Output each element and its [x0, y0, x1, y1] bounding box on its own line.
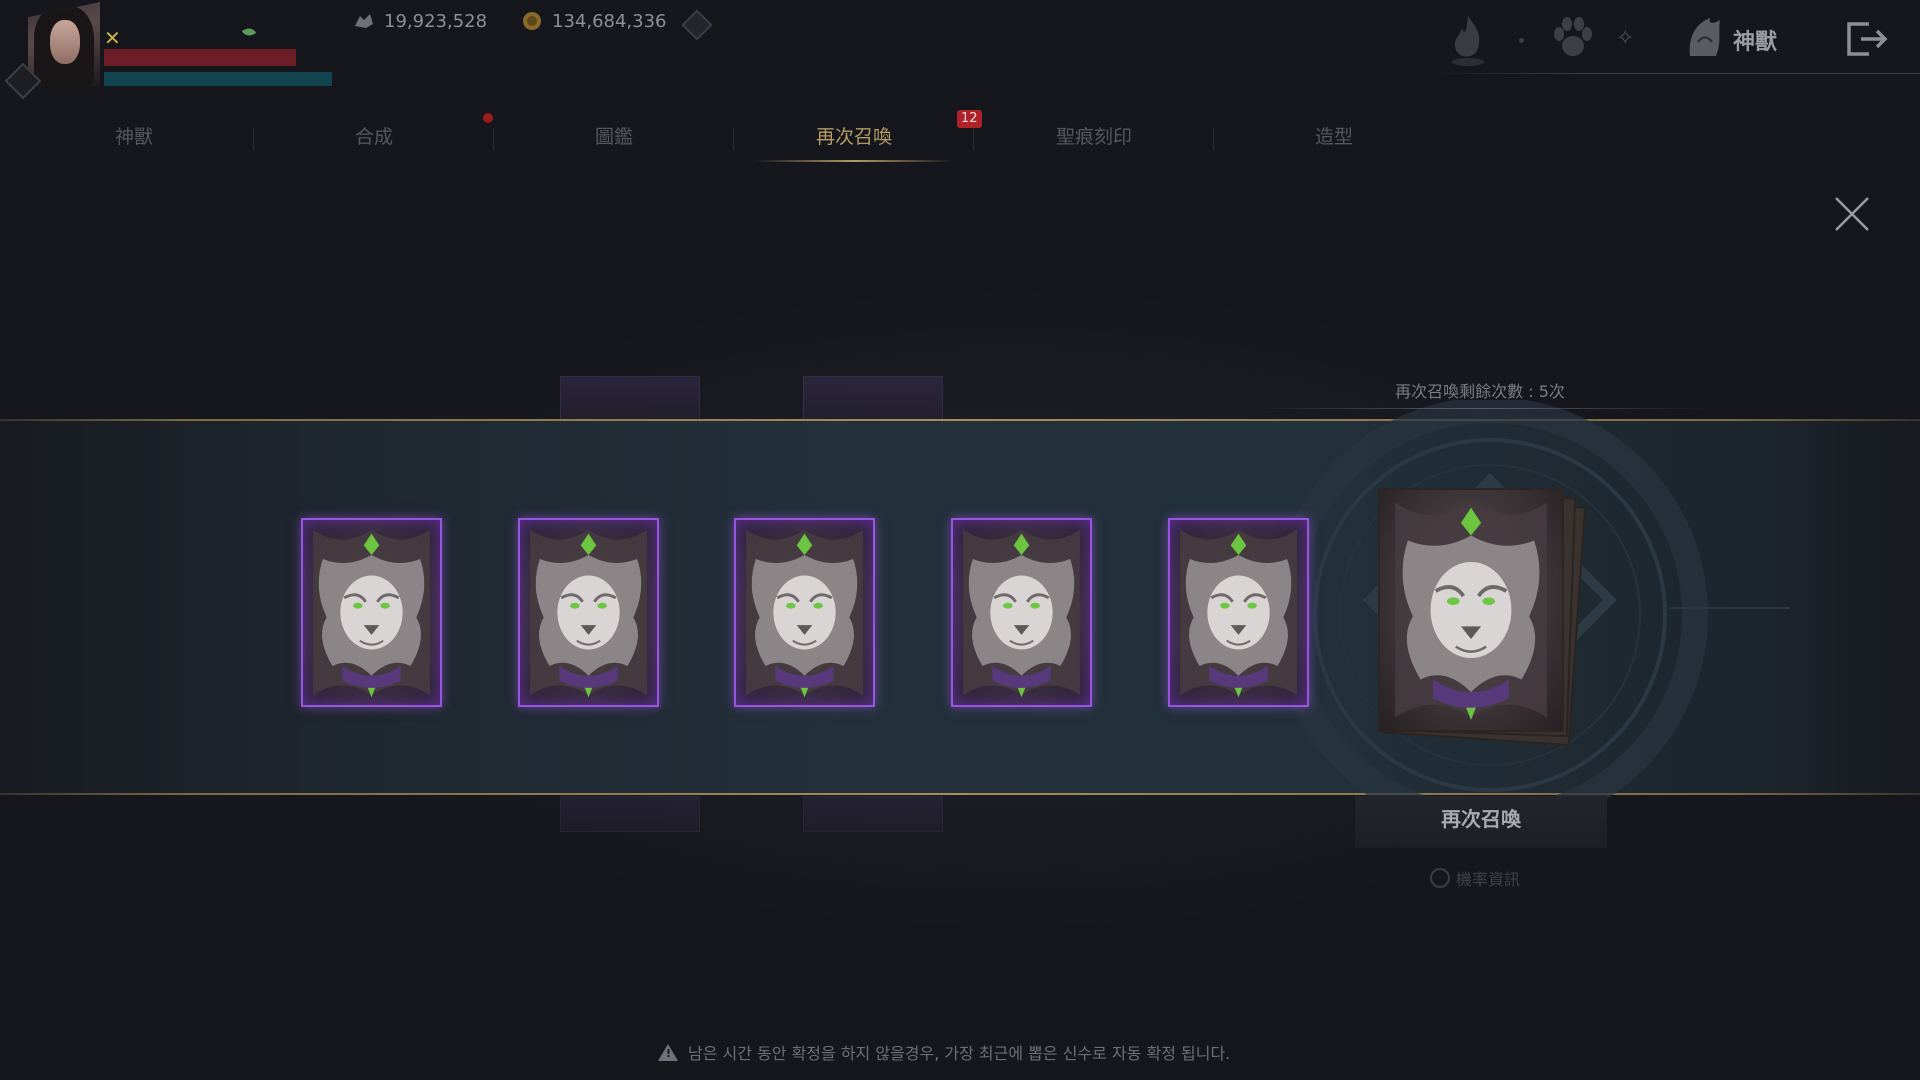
warning-icon: !: [658, 1043, 678, 1061]
summon-card-3[interactable]: [734, 518, 875, 707]
summon-card-5[interactable]: [1168, 518, 1309, 707]
exit-icon[interactable]: [1843, 20, 1889, 58]
probability-info-label: 機率資訊: [1456, 870, 1521, 889]
deck-front-card: [1378, 488, 1564, 732]
flame-icon[interactable]: [1446, 12, 1490, 68]
tab-label: 圖鑑: [594, 126, 633, 148]
close-icon[interactable]: [1832, 194, 1872, 234]
summon-card-1[interactable]: [301, 518, 442, 707]
card-deck[interactable]: [1370, 484, 1594, 764]
lion-emblem-icon: [1180, 529, 1297, 698]
tab-codex[interactable]: 圖鑑: [494, 118, 734, 166]
probability-info-link[interactable]: 機率資訊: [1430, 866, 1520, 890]
remaining-resummon-count: 再次召喚剩餘次數 : 5次: [1395, 382, 1565, 401]
notice-text: 남은 시간 동안 확정을 하지 않을경우, 가장 최근에 뽑은 신수로 자동 확…: [688, 1044, 1231, 1063]
currency-wolf: 19,923,528: [352, 10, 487, 32]
mp-bar: [104, 72, 332, 86]
tab-label: 造型: [1314, 126, 1353, 148]
tab-label: 合成: [354, 126, 393, 148]
lion-emblem-icon: [746, 529, 863, 698]
summon-card-2[interactable]: [518, 518, 659, 707]
faded-card: [560, 796, 700, 832]
resummon-button[interactable]: 再次召喚: [1355, 796, 1607, 848]
tab-label: 神獸: [114, 126, 153, 148]
wolf-coin-icon: [355, 14, 373, 28]
player-avatar[interactable]: [28, 2, 100, 86]
lion-emblem-icon: [1395, 502, 1547, 720]
crossed-swords-icon: ✕: [104, 26, 121, 50]
band-border-bottom: [0, 793, 1920, 795]
currency-gold: 134,684,336: [520, 10, 667, 32]
faded-card: [803, 796, 943, 832]
lion-emblem-icon: [313, 529, 430, 698]
remaining-divider: [1250, 408, 1710, 409]
tab-count-badge: 12: [957, 110, 982, 128]
faded-card: [560, 376, 700, 420]
paw-icon[interactable]: [1550, 12, 1596, 66]
currency-wolf-value: 19,923,528: [384, 10, 488, 32]
info-diamond-button[interactable]: [681, 9, 713, 41]
info-circle-icon: [1430, 868, 1450, 888]
summon-card-4[interactable]: [951, 518, 1092, 707]
tab-appearance[interactable]: 造型: [1214, 118, 1454, 166]
compass-star-icon[interactable]: ✧: [1616, 26, 1634, 51]
lion-emblem-icon: [963, 529, 1080, 698]
hp-bar: [104, 49, 296, 66]
tab-label: 再次召喚: [815, 126, 892, 148]
currency-gold-value: 134,684,336: [552, 10, 667, 32]
tab-label: 聖痕刻印: [1055, 126, 1132, 148]
tab-resummon[interactable]: 再次召喚: [734, 118, 974, 166]
tab-divine-beast[interactable]: 神獸: [14, 118, 254, 166]
divine-beast-icon[interactable]: [1684, 12, 1726, 60]
lion-emblem-icon: [530, 529, 647, 698]
notice-bar: ! 남은 시간 동안 확정을 하지 않을경우, 가장 최근에 뽑은 신수로 자동…: [658, 1040, 1230, 1064]
band-border-top: [0, 419, 1920, 421]
tab-synthesis[interactable]: 合成: [254, 118, 494, 166]
tab-bar: 神獸 合成 圖鑑 再次召喚 聖痕刻印 造型: [0, 118, 1400, 166]
header-divider: [1430, 73, 1920, 74]
leaf-icon: [241, 25, 257, 39]
header-title: 神獸: [1733, 30, 1778, 55]
avatar-face: [50, 20, 80, 64]
gold-coin-icon: [523, 12, 541, 30]
notification-dot: [483, 113, 493, 123]
tab-stigma-engrave[interactable]: 聖痕刻印: [974, 118, 1214, 166]
faded-card: [803, 376, 943, 420]
nav-dot-separator: [1519, 38, 1524, 43]
